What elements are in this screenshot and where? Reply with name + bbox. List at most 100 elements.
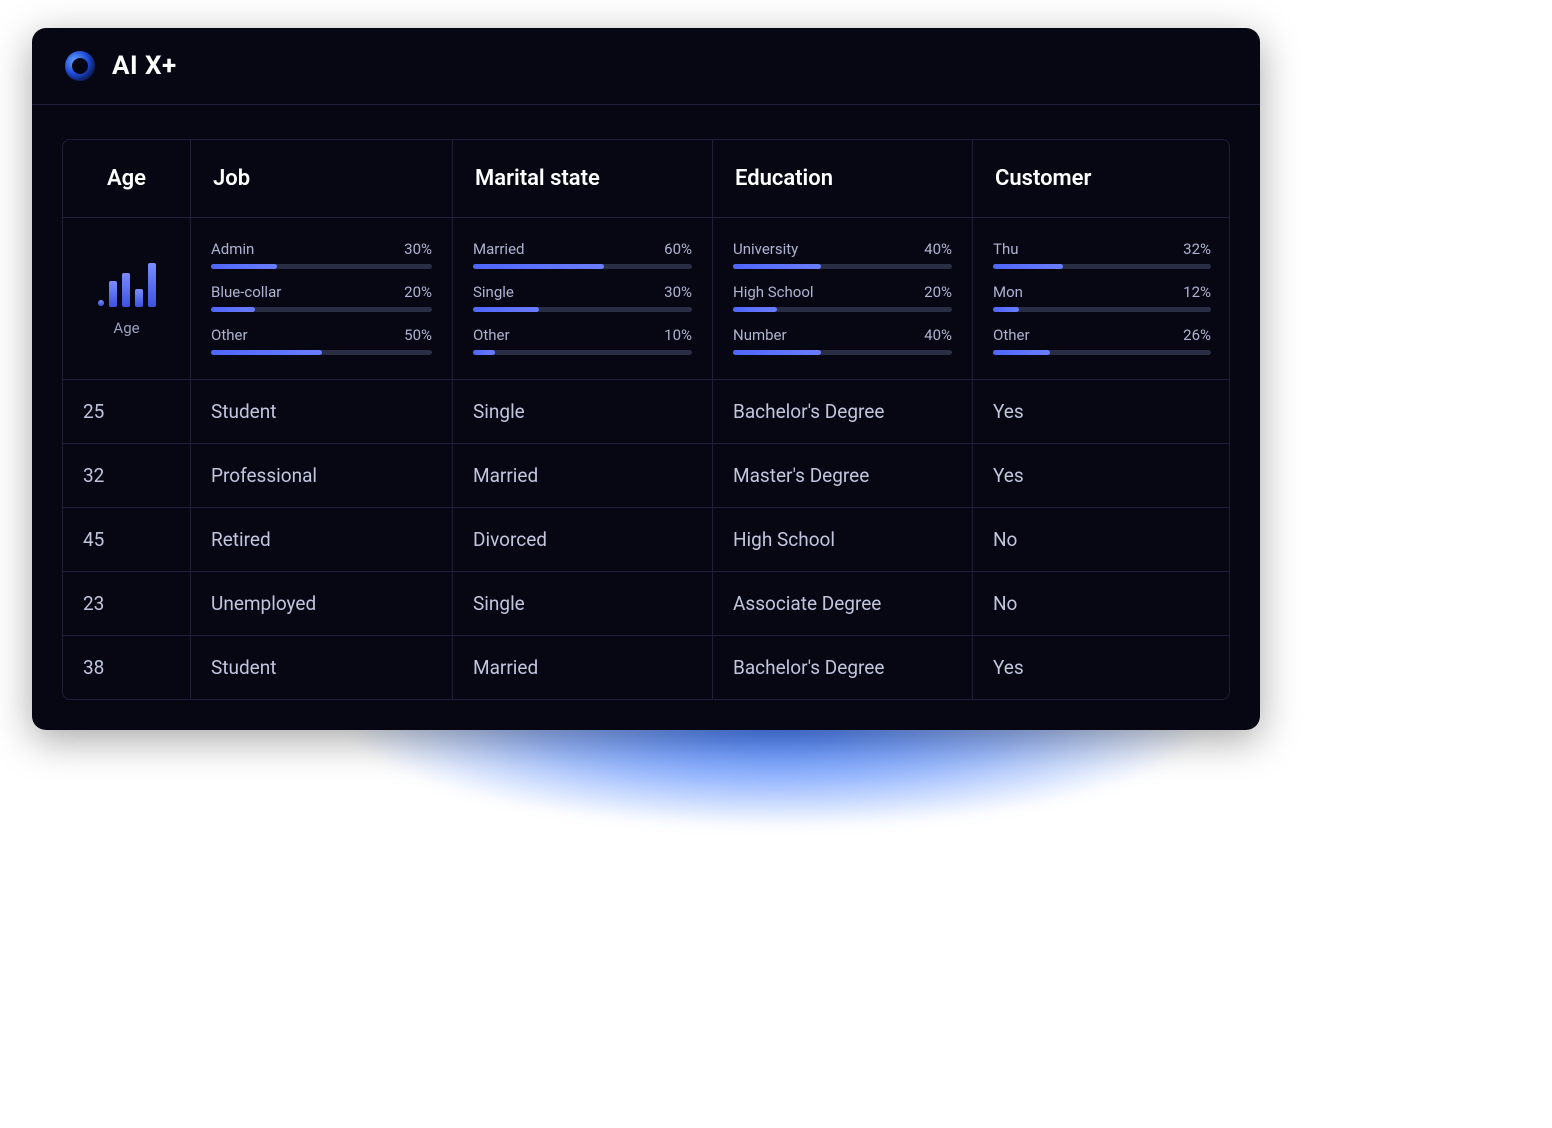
cell-job: Retired bbox=[191, 508, 453, 572]
dist-pct: 32% bbox=[1183, 240, 1211, 258]
dist-pct: 60% bbox=[664, 240, 692, 258]
dist-pct: 40% bbox=[924, 240, 952, 258]
dist-track bbox=[733, 307, 952, 312]
column-header-education[interactable]: Education bbox=[713, 140, 973, 218]
column-header-customer[interactable]: Customer bbox=[973, 140, 1230, 218]
dist-pct: 12% bbox=[1183, 283, 1211, 301]
dist-pct: 30% bbox=[404, 240, 432, 258]
app-panel: AI X+ Age Job Marital state Education Cu… bbox=[32, 28, 1260, 730]
dist-label: High School bbox=[733, 283, 814, 301]
summary-job: Admin30% Blue-collar 20% Other 50% bbox=[191, 218, 453, 380]
dist-row: Admin30% bbox=[211, 240, 432, 269]
dist-track bbox=[211, 350, 432, 355]
dist-pct: 20% bbox=[924, 283, 952, 301]
bar-chart-icon bbox=[95, 259, 159, 309]
cell-job: Student bbox=[191, 636, 453, 699]
cell-customer: No bbox=[973, 572, 1230, 636]
cell-job: Student bbox=[191, 380, 453, 444]
cell-education: High School bbox=[713, 508, 973, 572]
cell-customer: Yes bbox=[973, 380, 1230, 444]
dist-row: High School 20% bbox=[733, 283, 952, 312]
dist-track bbox=[211, 264, 432, 269]
summary-marital: Married 60% Single 30% Other 10% bbox=[453, 218, 713, 380]
table-container: Age Job Marital state Education Customer bbox=[32, 105, 1260, 730]
topbar: AI X+ bbox=[32, 28, 1260, 105]
dist-label: Other bbox=[473, 326, 510, 344]
cell-job: Unemployed bbox=[191, 572, 453, 636]
dist-label: Other bbox=[993, 326, 1030, 344]
dist-pct: 50% bbox=[404, 326, 432, 344]
dist-fill bbox=[733, 264, 821, 269]
dist-track bbox=[733, 350, 952, 355]
dist-row: University 40% bbox=[733, 240, 952, 269]
dist-row: Thu 32% bbox=[993, 240, 1211, 269]
dist-fill bbox=[473, 350, 495, 355]
age-summary-label: Age bbox=[113, 319, 139, 337]
dist-row: Other 26% bbox=[993, 326, 1211, 355]
cell-marital: Married bbox=[453, 444, 713, 508]
brand-title: AI X+ bbox=[112, 51, 177, 81]
cell-age: 23 bbox=[63, 572, 191, 636]
cell-education: Bachelor's Degree bbox=[713, 636, 973, 699]
dist-track bbox=[473, 264, 692, 269]
dist-label: University bbox=[733, 240, 798, 258]
dist-pct: 10% bbox=[664, 326, 692, 344]
dist-fill bbox=[733, 307, 777, 312]
dist-track bbox=[993, 307, 1211, 312]
cell-customer: Yes bbox=[973, 444, 1230, 508]
dist-fill bbox=[211, 307, 255, 312]
cell-age: 45 bbox=[63, 508, 191, 572]
dist-row: Other 50% bbox=[211, 326, 432, 355]
dist-row: Single 30% bbox=[473, 283, 692, 312]
cell-marital: Married bbox=[453, 636, 713, 699]
dist-row: Number40% bbox=[733, 326, 952, 355]
cell-education: Bachelor's Degree bbox=[713, 380, 973, 444]
dist-row: Mon12% bbox=[993, 283, 1211, 312]
column-header-job[interactable]: Job bbox=[191, 140, 453, 218]
column-header-age[interactable]: Age bbox=[63, 140, 191, 218]
dist-row: Blue-collar 20% bbox=[211, 283, 432, 312]
cell-education: Master's Degree bbox=[713, 444, 973, 508]
dist-fill bbox=[993, 350, 1050, 355]
background-glow bbox=[201, 720, 1351, 1020]
cell-age: 38 bbox=[63, 636, 191, 699]
dist-row: Other 10% bbox=[473, 326, 692, 355]
col-label: Age bbox=[107, 166, 146, 191]
cell-age: 25 bbox=[63, 380, 191, 444]
dist-label: Married bbox=[473, 240, 524, 258]
dist-fill bbox=[733, 350, 821, 355]
col-label: Education bbox=[735, 166, 833, 191]
dist-track bbox=[211, 307, 432, 312]
cell-age: 32 bbox=[63, 444, 191, 508]
dist-track bbox=[473, 350, 692, 355]
dist-row: Married 60% bbox=[473, 240, 692, 269]
dist-fill bbox=[993, 307, 1019, 312]
dist-label: Blue-collar bbox=[211, 283, 281, 301]
dist-pct: 26% bbox=[1183, 326, 1211, 344]
dist-track bbox=[733, 264, 952, 269]
dist-fill bbox=[473, 264, 604, 269]
cell-marital: Divorced bbox=[453, 508, 713, 572]
dist-label: Single bbox=[473, 283, 514, 301]
dist-label: Other bbox=[211, 326, 248, 344]
col-label: Job bbox=[213, 166, 250, 191]
dist-pct: 30% bbox=[664, 283, 692, 301]
col-label: Customer bbox=[995, 166, 1091, 191]
dist-label: Number bbox=[733, 326, 787, 344]
dist-fill bbox=[211, 264, 277, 269]
summary-education: University 40% High School 20% Number40% bbox=[713, 218, 973, 380]
cell-education: Associate Degree bbox=[713, 572, 973, 636]
data-grid: Age Job Marital state Education Customer bbox=[62, 139, 1230, 700]
dist-track bbox=[473, 307, 692, 312]
column-header-marital[interactable]: Marital state bbox=[453, 140, 713, 218]
cell-customer: No bbox=[973, 508, 1230, 572]
dist-pct: 20% bbox=[404, 283, 432, 301]
dist-label: Thu bbox=[993, 240, 1018, 258]
cell-marital: Single bbox=[453, 572, 713, 636]
dist-fill bbox=[473, 307, 539, 312]
cell-customer: Yes bbox=[973, 636, 1230, 699]
cell-marital: Single bbox=[453, 380, 713, 444]
brand-logo-icon bbox=[62, 48, 98, 84]
dist-fill bbox=[993, 264, 1063, 269]
dist-fill bbox=[211, 350, 322, 355]
